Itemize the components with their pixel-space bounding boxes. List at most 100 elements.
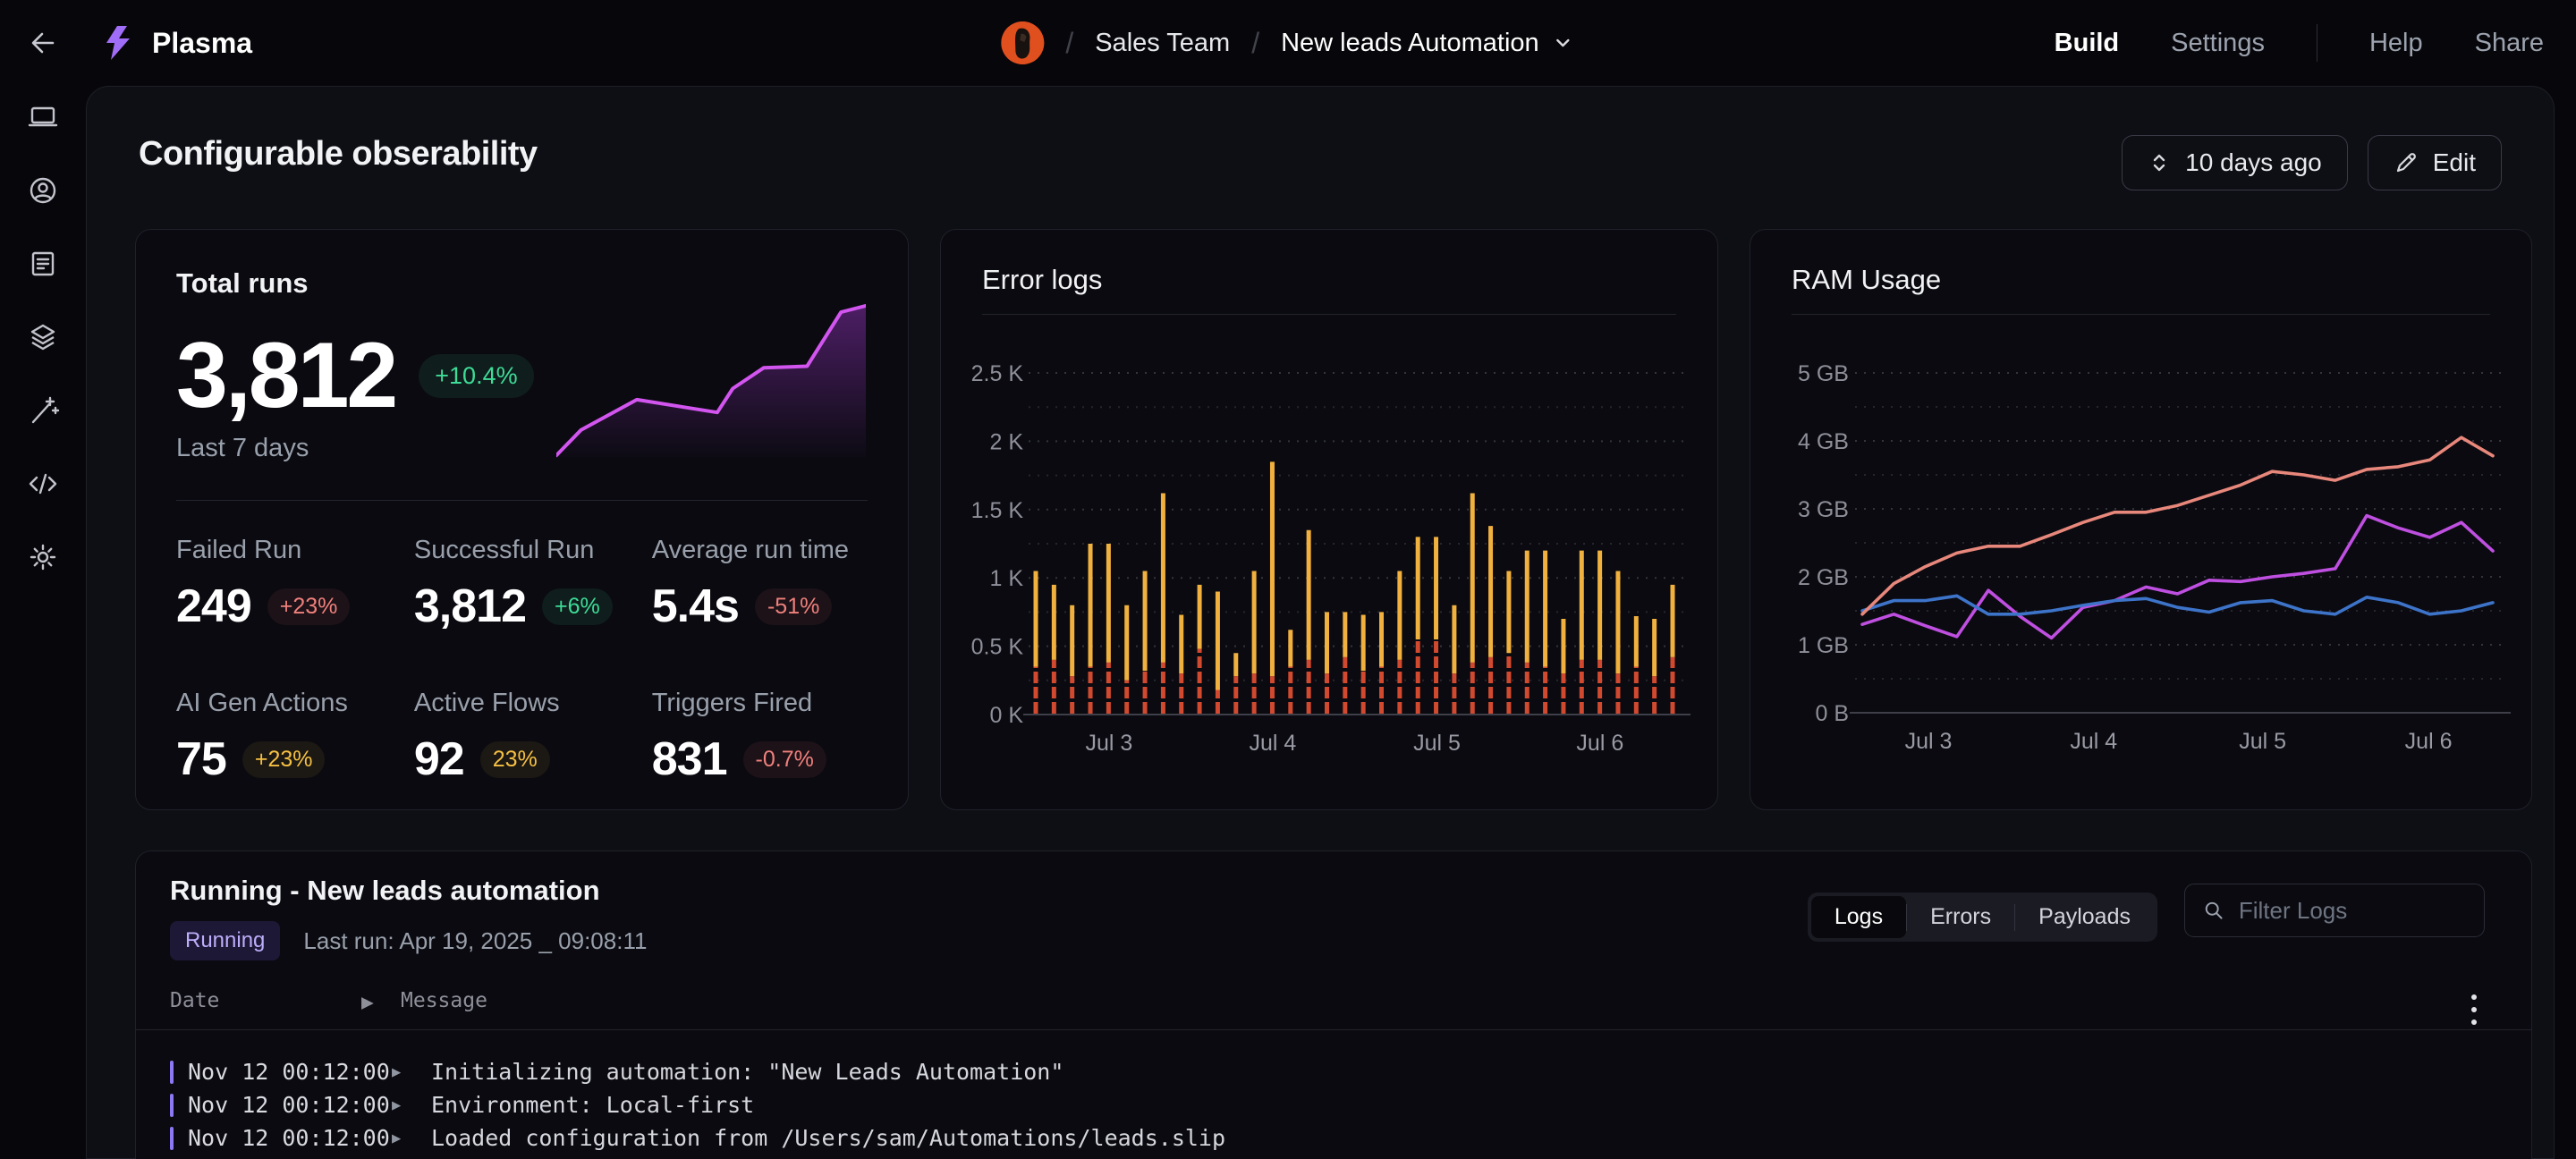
- breadcrumb-automation-label: New leads Automation: [1281, 29, 1539, 58]
- stat-ai-gen-actions: AI Gen Actions75+23%: [176, 689, 414, 786]
- stat-successful-run: Successful Run3,812+6%: [414, 536, 652, 633]
- kebab-menu-icon[interactable]: [2466, 989, 2482, 1030]
- page-title: Configurable obserability: [139, 135, 538, 173]
- status-badge: Running: [170, 921, 280, 960]
- user-circle-icon: [26, 173, 60, 207]
- log-row[interactable]: Nov 12 00:12:00▶Loaded configuration fro…: [170, 1121, 2497, 1155]
- log-date: Nov 12 00:12:00: [188, 1059, 392, 1085]
- nav-settings[interactable]: Settings: [2171, 29, 2265, 58]
- edit-label: Edit: [2433, 148, 2476, 177]
- svg-text:1 K: 1 K: [989, 566, 1023, 591]
- log-level-tick: [170, 1094, 174, 1117]
- edit-button[interactable]: Edit: [2368, 135, 2502, 190]
- nav-build[interactable]: Build: [2055, 29, 2120, 58]
- sidebar-item-account[interactable]: [26, 173, 60, 207]
- filter-logs-input[interactable]: [2239, 897, 2467, 925]
- sidebar-item-desktop[interactable]: [26, 100, 60, 134]
- app-name: Plasma: [152, 27, 252, 60]
- stat-value: 831: [652, 732, 727, 786]
- nav-help[interactable]: Help: [2369, 29, 2423, 58]
- log-rows: Nov 12 00:12:00▶Initializing automation:…: [170, 1055, 2497, 1155]
- svg-text:3 GB: 3 GB: [1798, 497, 1849, 522]
- nav-divider: [2317, 24, 2318, 62]
- breadcrumb-separator: /: [1065, 27, 1073, 60]
- log-message: Initializing automation: "New Leads Auto…: [431, 1059, 1063, 1085]
- svg-text:Jul 4: Jul 4: [1249, 731, 1296, 756]
- total-runs-title: Total runs: [176, 267, 309, 300]
- log-date: Nov 12 00:12:00: [188, 1092, 392, 1118]
- stat-value: 92: [414, 732, 464, 786]
- svg-text:4 GB: 4 GB: [1798, 429, 1849, 454]
- stats-grid: Failed Run249+23%Successful Run3,812+6%A…: [176, 536, 876, 786]
- svg-text:Jul 4: Jul 4: [2070, 729, 2117, 754]
- stat-value: 249: [176, 580, 251, 633]
- svg-text:2.5 K: 2.5 K: [971, 361, 1024, 386]
- expand-arrow-icon[interactable]: ▶: [392, 1063, 431, 1081]
- log-tabs: LogsErrorsPayloads: [1808, 893, 2157, 942]
- stat-triggers-fired: Triggers Fired831-0.7%: [652, 689, 876, 786]
- svg-text:2 GB: 2 GB: [1798, 565, 1849, 590]
- total-runs-card: Total runs 3,812 +10.4% Last 7 days Fail…: [135, 229, 909, 810]
- svg-text:1.5 K: 1.5 K: [971, 498, 1024, 523]
- breadcrumb: / Sales Team / New leads Automation: [1001, 0, 1574, 86]
- stat-label: Triggers Fired: [652, 689, 876, 718]
- back-button[interactable]: [23, 23, 63, 63]
- column-message: Message: [401, 989, 487, 1012]
- sidebar-item-ai-actions[interactable]: [26, 393, 60, 427]
- log-date: Nov 12 00:12:00: [188, 1125, 392, 1151]
- ram-usage-card: RAM Usage 0 B1 GB2 GB3 GB4 GB5 GBJul 3Ju…: [1750, 229, 2532, 810]
- column-expand-icon: ▶: [361, 991, 374, 1014]
- stat-delta-badge: +6%: [542, 588, 613, 625]
- total-runs-sparkline: [556, 298, 866, 461]
- svg-text:0 K: 0 K: [989, 703, 1023, 728]
- time-range-button[interactable]: 10 days ago: [2122, 135, 2348, 190]
- document-icon: [26, 247, 60, 281]
- page-actions: 10 days ago Edit: [2122, 135, 2502, 190]
- laptop-icon: [26, 100, 60, 134]
- tab-logs[interactable]: Logs: [1811, 896, 1906, 938]
- stat-label: Average run time: [652, 536, 876, 565]
- svg-text:2 K: 2 K: [989, 429, 1023, 454]
- stat-value: 3,812: [414, 580, 526, 633]
- header-left: Plasma: [23, 0, 252, 86]
- layers-icon: [26, 320, 60, 354]
- plasma-app: Plasma / Sales Team / New leads Automati…: [0, 0, 2576, 1159]
- brand: Plasma: [100, 24, 252, 62]
- top-header: Plasma / Sales Team / New leads Automati…: [0, 0, 2576, 86]
- log-level-tick: [170, 1127, 174, 1150]
- log-level-tick: [170, 1061, 174, 1084]
- total-runs-value-row: 3,812 +10.4%: [176, 323, 534, 429]
- svg-text:1 GB: 1 GB: [1798, 633, 1849, 658]
- stat-label: Active Flows: [414, 689, 652, 718]
- log-row[interactable]: Nov 12 00:12:00▶Environment: Local-first: [170, 1088, 2497, 1121]
- breadcrumb-automation[interactable]: New leads Automation: [1281, 29, 1575, 58]
- back-arrow-icon: [25, 25, 61, 61]
- sort-chevrons-icon: [2148, 151, 2171, 174]
- tab-payloads[interactable]: Payloads: [2015, 896, 2154, 938]
- svg-text:Jul 5: Jul 5: [1413, 731, 1461, 756]
- svg-text:Jul 6: Jul 6: [1576, 731, 1623, 756]
- stat-delta-badge: -51%: [755, 588, 832, 625]
- expand-arrow-icon[interactable]: ▶: [392, 1096, 431, 1114]
- sidebar-item-docs[interactable]: [26, 247, 60, 281]
- log-row[interactable]: Nov 12 00:12:00▶Initializing automation:…: [170, 1055, 2497, 1088]
- sidebar-item-layers[interactable]: [26, 320, 60, 354]
- code-icon: [26, 467, 60, 501]
- total-runs-value: 3,812: [176, 323, 395, 429]
- stat-delta-badge: +23%: [242, 741, 326, 778]
- log-message: Environment: Local-first: [431, 1092, 754, 1118]
- stat-value: 5.4s: [652, 580, 739, 633]
- expand-arrow-icon[interactable]: ▶: [392, 1129, 431, 1147]
- card-divider: [176, 500, 868, 501]
- breadcrumb-team[interactable]: Sales Team: [1095, 29, 1230, 58]
- sidebar-item-code[interactable]: [26, 467, 60, 501]
- avatar-image: [1001, 21, 1044, 64]
- avatar[interactable]: [1001, 21, 1044, 64]
- run-log-title: Running - New leads automation: [170, 875, 600, 907]
- tab-errors[interactable]: Errors: [1907, 896, 2014, 938]
- svg-text:Jul 5: Jul 5: [2239, 729, 2286, 754]
- sidebar-item-settings[interactable]: [26, 540, 60, 574]
- total-runs-delta-badge: +10.4%: [419, 354, 533, 398]
- nav-share[interactable]: Share: [2475, 29, 2544, 58]
- breadcrumb-separator: /: [1251, 27, 1259, 60]
